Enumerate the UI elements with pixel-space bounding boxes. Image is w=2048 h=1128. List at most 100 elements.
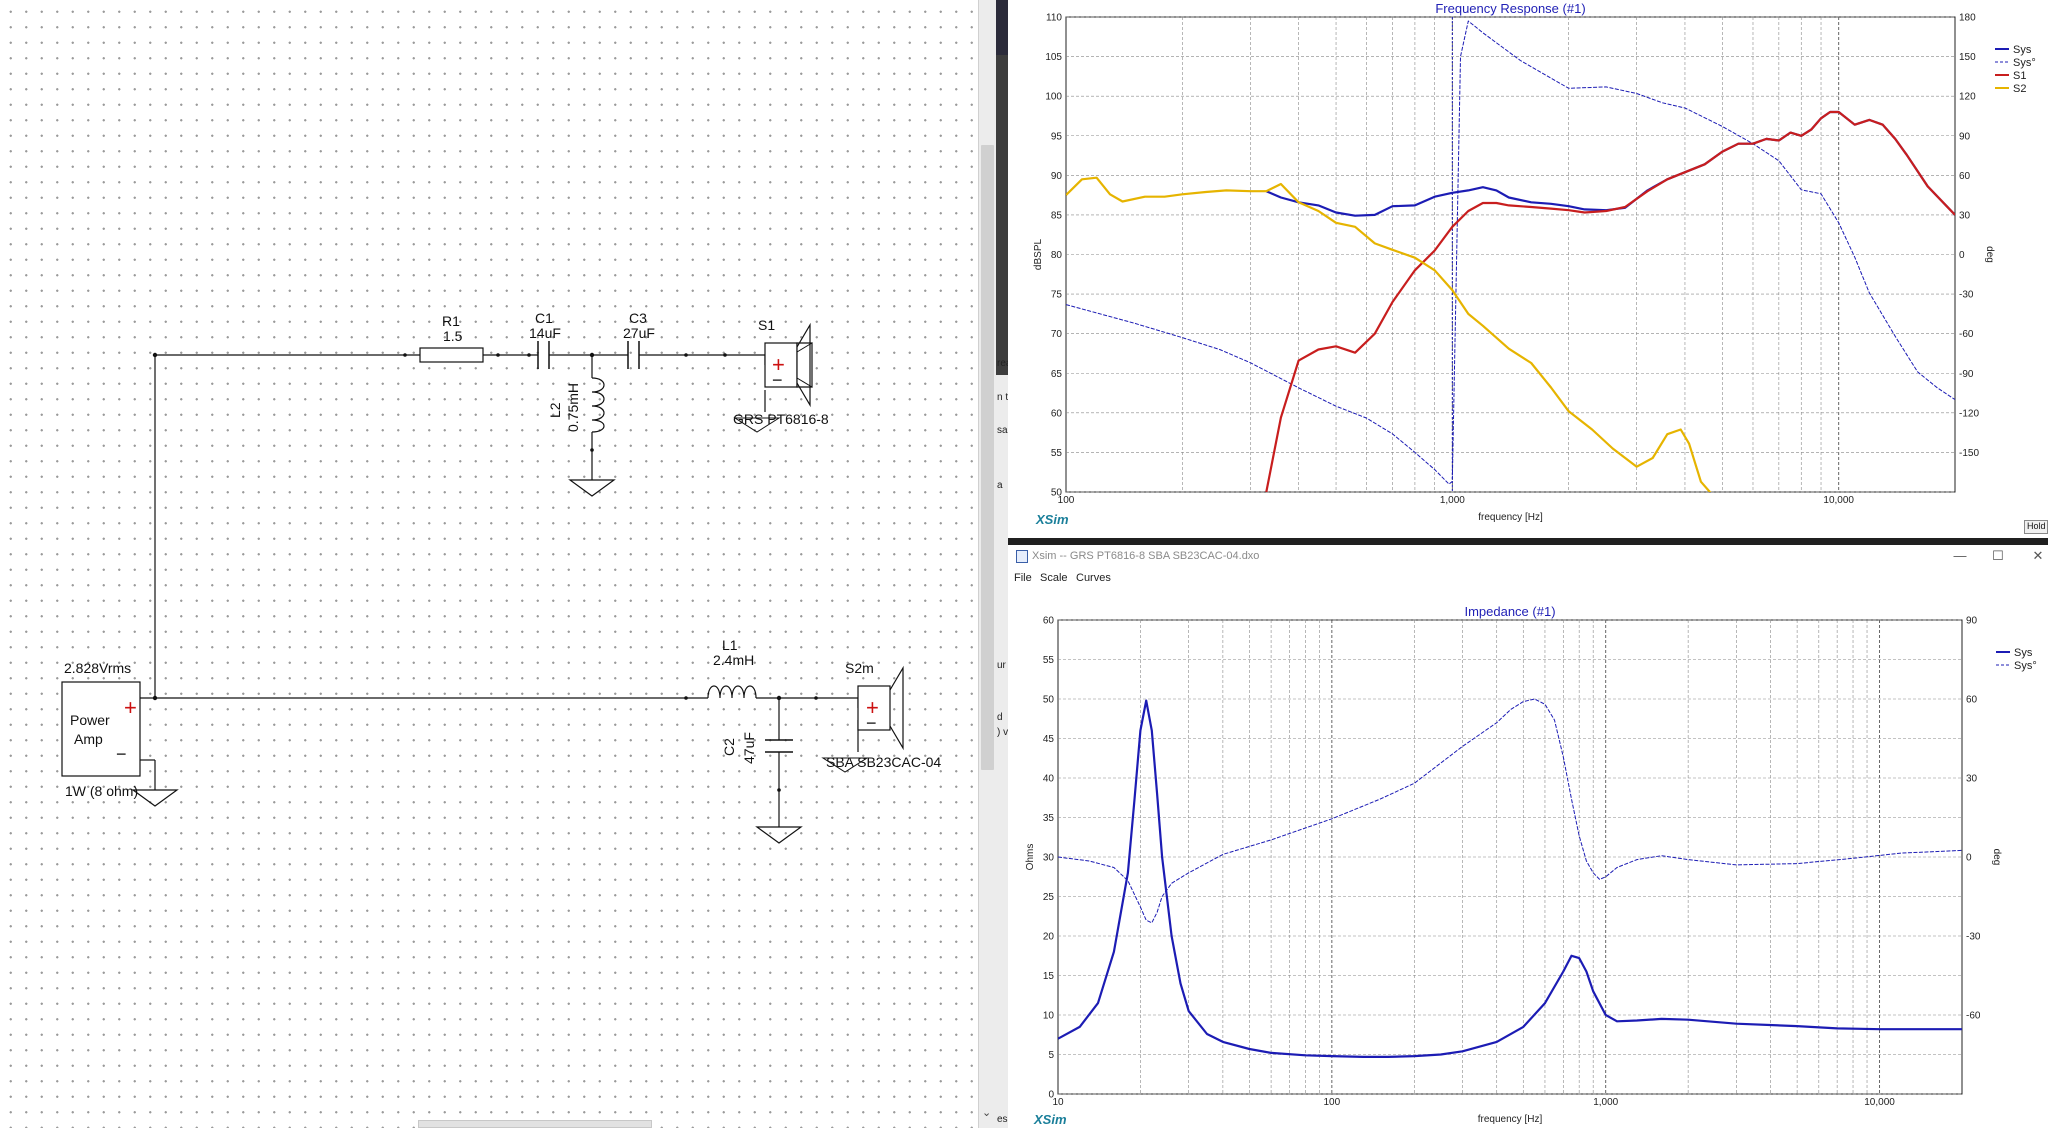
impedance-chart[interactable]: Impedance (#1) frequency [Hz] Ohms deg X… [1008,545,2048,1128]
legend-label: Sys [2014,647,2033,659]
s1-model-label: GRS PT6816-8 [733,411,829,427]
power-amp-label: Amp [74,731,103,747]
window-separator [1008,538,2048,545]
ground-symbol [131,789,179,807]
y-tick-label: 55 [1051,448,1063,459]
chevron-down-icon[interactable]: ⌄ [982,1106,991,1119]
y2-tick-label: 0 [1966,853,1972,864]
frequency-response-chart[interactable]: Frequency Response (#1) frequency [Hz] d… [1008,0,2048,538]
source-voltage-label: 2.828Vrms [64,660,131,676]
x-tick-label: 1,000 [1593,1097,1618,1108]
y2-tick-label: 150 [1959,52,1976,63]
legend-label: Sys [2013,44,2032,56]
c3-value-label: 27uF [623,325,655,341]
chart-title: Frequency Response (#1) [1435,1,1585,16]
y-tick-label: 75 [1051,290,1063,301]
y-tick-label: 100 [1045,92,1062,103]
resistor-r1[interactable] [419,347,484,363]
l2-ref-label: L2 [547,402,563,418]
y-axis-label: Ohms [1025,844,1036,871]
y-tick-label: 50 [1043,695,1055,706]
frequency-response-window: Frequency Response (#1) frequency [Hz] d… [1008,0,2048,538]
power-amp-label: Power [70,712,110,728]
y2-tick-label: -150 [1959,448,1979,459]
minus-icon: − [866,713,877,733]
y-axis-label: dBSPL [1033,238,1044,270]
xsim-brand-label: XSim [1033,1112,1067,1127]
capacitor-c2[interactable] [765,739,793,753]
l2-value-label: 0.75mH [565,383,581,432]
x-tick-label: 100 [1324,1097,1341,1108]
y-tick-label: 20 [1043,932,1055,943]
y-tick-label: 35 [1043,813,1055,824]
inductor-l2[interactable] [591,377,605,433]
x-tick-label: 1,000 [1440,495,1465,506]
xsim-brand-label: XSim [1035,512,1069,527]
y2-axis-label: deg [1991,849,2002,866]
schematic-canvas[interactable]: + − + − + − 2.828Vrms Power Amp 1W (8 oh… [0,0,978,1128]
vertical-scrollbar-thumb[interactable] [981,145,994,770]
capacitor-c3[interactable] [627,341,640,369]
x-axis-label: frequency [Hz] [1478,1114,1543,1125]
y-tick-label: 110 [1046,13,1062,24]
x-tick-label: 10,000 [1823,495,1854,506]
chart-title: Impedance (#1) [1464,604,1555,619]
y2-tick-label: 90 [1959,131,1971,142]
y-tick-label: 25 [1043,892,1055,903]
inductor-l1[interactable] [707,685,757,699]
y2-tick-label: 0 [1959,250,1965,261]
schematic-drawing: + − + − + − 2.828Vrms Power Amp 1W (8 oh… [61,310,941,844]
y-tick-label: 40 [1043,774,1055,785]
y2-tick-label: -60 [1966,1011,1981,1022]
speaker-s2m[interactable] [857,665,904,751]
capacitor-c1[interactable] [537,341,550,369]
c2-ref-label: C2 [721,738,737,756]
y2-tick-label: -30 [1959,290,1974,301]
l1-value-label: 2.4mH [713,652,754,668]
y2-tick-label: -60 [1959,329,1974,340]
y2-axis-label: deg [1984,246,1995,263]
y2-tick-label: 60 [1966,695,1978,706]
legend-label: S1 [2013,70,2026,82]
legend-label: Sys° [2014,660,2037,672]
minus-icon: − [772,370,783,390]
horizontal-scrollbar[interactable] [418,1120,652,1128]
l1-ref-label: L1 [722,637,738,653]
impedance-window: Xsim -- GRS PT6816-8 SBA SB23CAC-04.dxo … [1008,545,2048,1128]
minus-icon: − [116,744,127,764]
y-tick-label: 70 [1051,329,1063,340]
c1-value-label: 14uF [529,325,561,341]
background-window-strip: rea n t sa a ur d ) v es ⌄ [978,0,1009,1128]
y-tick-label: 5 [1048,1050,1054,1061]
y-tick-label: 30 [1043,853,1055,864]
hold-button[interactable]: Hold [2024,520,2048,534]
source-rating-label: 1W (8 ohm) [65,783,138,799]
r1-ref-label: R1 [442,313,460,329]
y2-tick-label: 90 [1966,616,1978,627]
y-tick-label: 60 [1043,616,1055,627]
y-tick-label: 55 [1043,655,1055,666]
x-tick-label: 10,000 [1864,1097,1895,1108]
y-tick-label: 85 [1051,210,1063,221]
legend-label: S2 [2013,83,2026,95]
y2-tick-label: -120 [1959,408,1979,419]
y-tick-label: 95 [1051,131,1063,142]
y2-tick-label: 30 [1959,210,1971,221]
y2-tick-label: 180 [1959,13,1976,24]
y2-tick-label: 60 [1959,171,1971,182]
ground-symbol [755,826,803,844]
x-tick-label: 10 [1052,1097,1064,1108]
y2-tick-label: -90 [1959,369,1974,380]
y-tick-label: 65 [1051,369,1063,380]
y-tick-label: 10 [1043,1011,1055,1022]
s2m-ref-label: S2m [845,660,874,676]
c2-value-label: 47uF [741,732,757,764]
y2-tick-label: 120 [1959,92,1976,103]
y-tick-label: 60 [1051,408,1063,419]
y-tick-label: 80 [1051,250,1063,261]
s1-ref-label: S1 [758,317,775,333]
y-tick-label: 45 [1043,734,1055,745]
y2-tick-label: 30 [1966,774,1978,785]
y2-tick-label: -30 [1966,932,1981,943]
x-axis-label: frequency [Hz] [1478,512,1543,523]
